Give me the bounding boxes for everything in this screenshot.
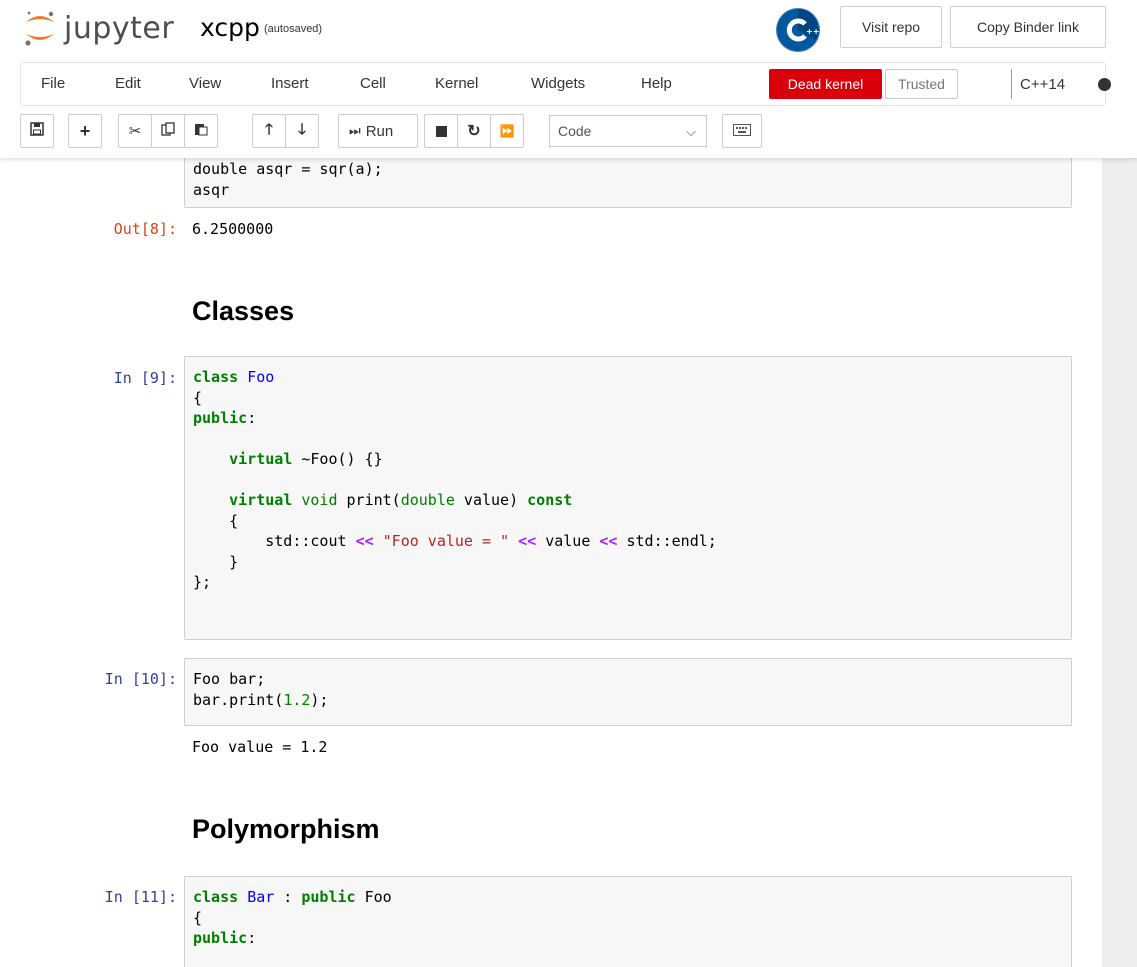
copy-binder-link-button[interactable]: Copy Binder link — [950, 6, 1106, 48]
notebook-name[interactable]: xcpp — [200, 13, 260, 42]
step-forward-icon: ⏭ — [349, 123, 361, 138]
output-8: 6.2500000 — [192, 220, 274, 238]
toolbar: + ✂ 🡑 🡓 ⏭ Run ↻ ⏩ Code ⌵ — [20, 114, 1020, 150]
kernel-name: C++14 — [1011, 69, 1065, 99]
menu-edit[interactable]: Edit — [115, 75, 141, 92]
trusted-indicator[interactable]: Trusted — [885, 69, 958, 99]
cell-type-select[interactable]: Code ⌵ — [549, 115, 707, 147]
top-bar: jupyter xcpp (autosaved) ++ Visit repo C… — [0, 0, 1137, 58]
scrollbar-track[interactable] — [1102, 158, 1137, 967]
out-prompt-8: Out[8]: — [113, 220, 177, 238]
kernel-status-icon — [1098, 78, 1111, 91]
plus-icon: + — [79, 120, 91, 141]
menu-cell[interactable]: Cell — [360, 75, 386, 92]
save-button[interactable] — [20, 114, 54, 148]
jupyter-logo-icon — [22, 8, 58, 48]
copy-button[interactable] — [151, 114, 185, 148]
code-cell-8-input[interactable]: double asqr = sqr(a); asqr — [184, 158, 1072, 208]
interrupt-button[interactable] — [424, 114, 458, 148]
fast-forward-icon: ⏩ — [499, 124, 515, 138]
dead-kernel-indicator[interactable]: Dead kernel — [769, 69, 882, 99]
jupyter-logo[interactable]: jupyter — [22, 8, 174, 48]
cpp-logo-icon: ++ — [776, 8, 820, 52]
paste-icon — [194, 122, 208, 140]
scissors-icon: ✂ — [128, 123, 142, 140]
cut-button[interactable]: ✂ — [118, 114, 152, 148]
code-cell-8-source: double asqr = sqr(a); asqr — [185, 158, 1071, 200]
code-cell-9-source: class Foo { public: virtual ~Foo() {} vi… — [193, 368, 717, 591]
code-cell-11-input[interactable]: class Bar : public Foo { public: — [184, 876, 1072, 967]
copy-icon — [161, 122, 175, 140]
command-palette-button[interactable] — [722, 114, 762, 148]
svg-text:++: ++ — [806, 27, 819, 36]
in-prompt-10: In [10]: — [104, 670, 177, 688]
run-button[interactable]: ⏭ Run — [338, 114, 418, 148]
code-line: double asqr = sqr(a); — [193, 160, 383, 178]
arrow-down-icon: 🡓 — [298, 120, 306, 138]
menu-widgets[interactable]: Widgets — [531, 75, 585, 92]
chevron-down-icon: ⌵ — [686, 124, 696, 139]
notebook-container: double asqr = sqr(a); asqr Out[8]: 6.250… — [0, 158, 1102, 967]
move-up-button[interactable]: 🡑 — [252, 114, 286, 148]
code-cell-10-source: Foo bar; bar.print(1.2); — [193, 670, 329, 709]
insert-cell-button[interactable]: + — [68, 114, 102, 148]
menubar: File Edit View Insert Cell Kernel Widget… — [20, 62, 1111, 106]
in-prompt-9: In [9]: — [113, 369, 177, 387]
menu-file[interactable]: File — [41, 75, 65, 92]
jupyter-wordmark: jupyter — [64, 10, 175, 46]
move-down-button[interactable]: 🡓 — [285, 114, 319, 148]
heading-classes: Classes — [192, 296, 295, 326]
heading-polymorphism: Polymorphism — [192, 814, 380, 844]
menu-view[interactable]: View — [189, 75, 221, 92]
code-cell-9-input[interactable]: class Foo { public: virtual ~Foo() {} vi… — [184, 356, 1072, 640]
in-prompt-11: In [11]: — [104, 888, 177, 906]
paste-button[interactable] — [184, 114, 218, 148]
menu-help[interactable]: Help — [641, 75, 672, 92]
restart-run-all-button[interactable]: ⏩ — [490, 114, 524, 148]
visit-repo-button[interactable]: Visit repo — [840, 6, 942, 48]
code-cell-11-source: class Bar : public Foo { public: — [193, 888, 392, 947]
autosave-status: (autosaved) — [264, 23, 323, 35]
restart-button[interactable]: ↻ — [457, 114, 491, 148]
arrow-up-icon: 🡑 — [265, 120, 273, 138]
code-line: asqr — [193, 180, 230, 199]
run-label: Run — [365, 122, 394, 140]
menu-insert[interactable]: Insert — [271, 75, 309, 92]
cell-type-value: Code — [558, 123, 592, 139]
code-cell-10-input[interactable]: Foo bar; bar.print(1.2); — [184, 658, 1072, 726]
keyboard-icon — [733, 123, 751, 140]
menu-kernel[interactable]: Kernel — [435, 75, 478, 92]
notebook-header: jupyter xcpp (autosaved) ++ Visit repo C… — [0, 0, 1137, 158]
save-icon — [30, 122, 44, 140]
restart-icon: ↻ — [467, 123, 481, 140]
output-10: Foo value = 1.2 — [192, 738, 328, 756]
stop-icon — [435, 125, 447, 137]
